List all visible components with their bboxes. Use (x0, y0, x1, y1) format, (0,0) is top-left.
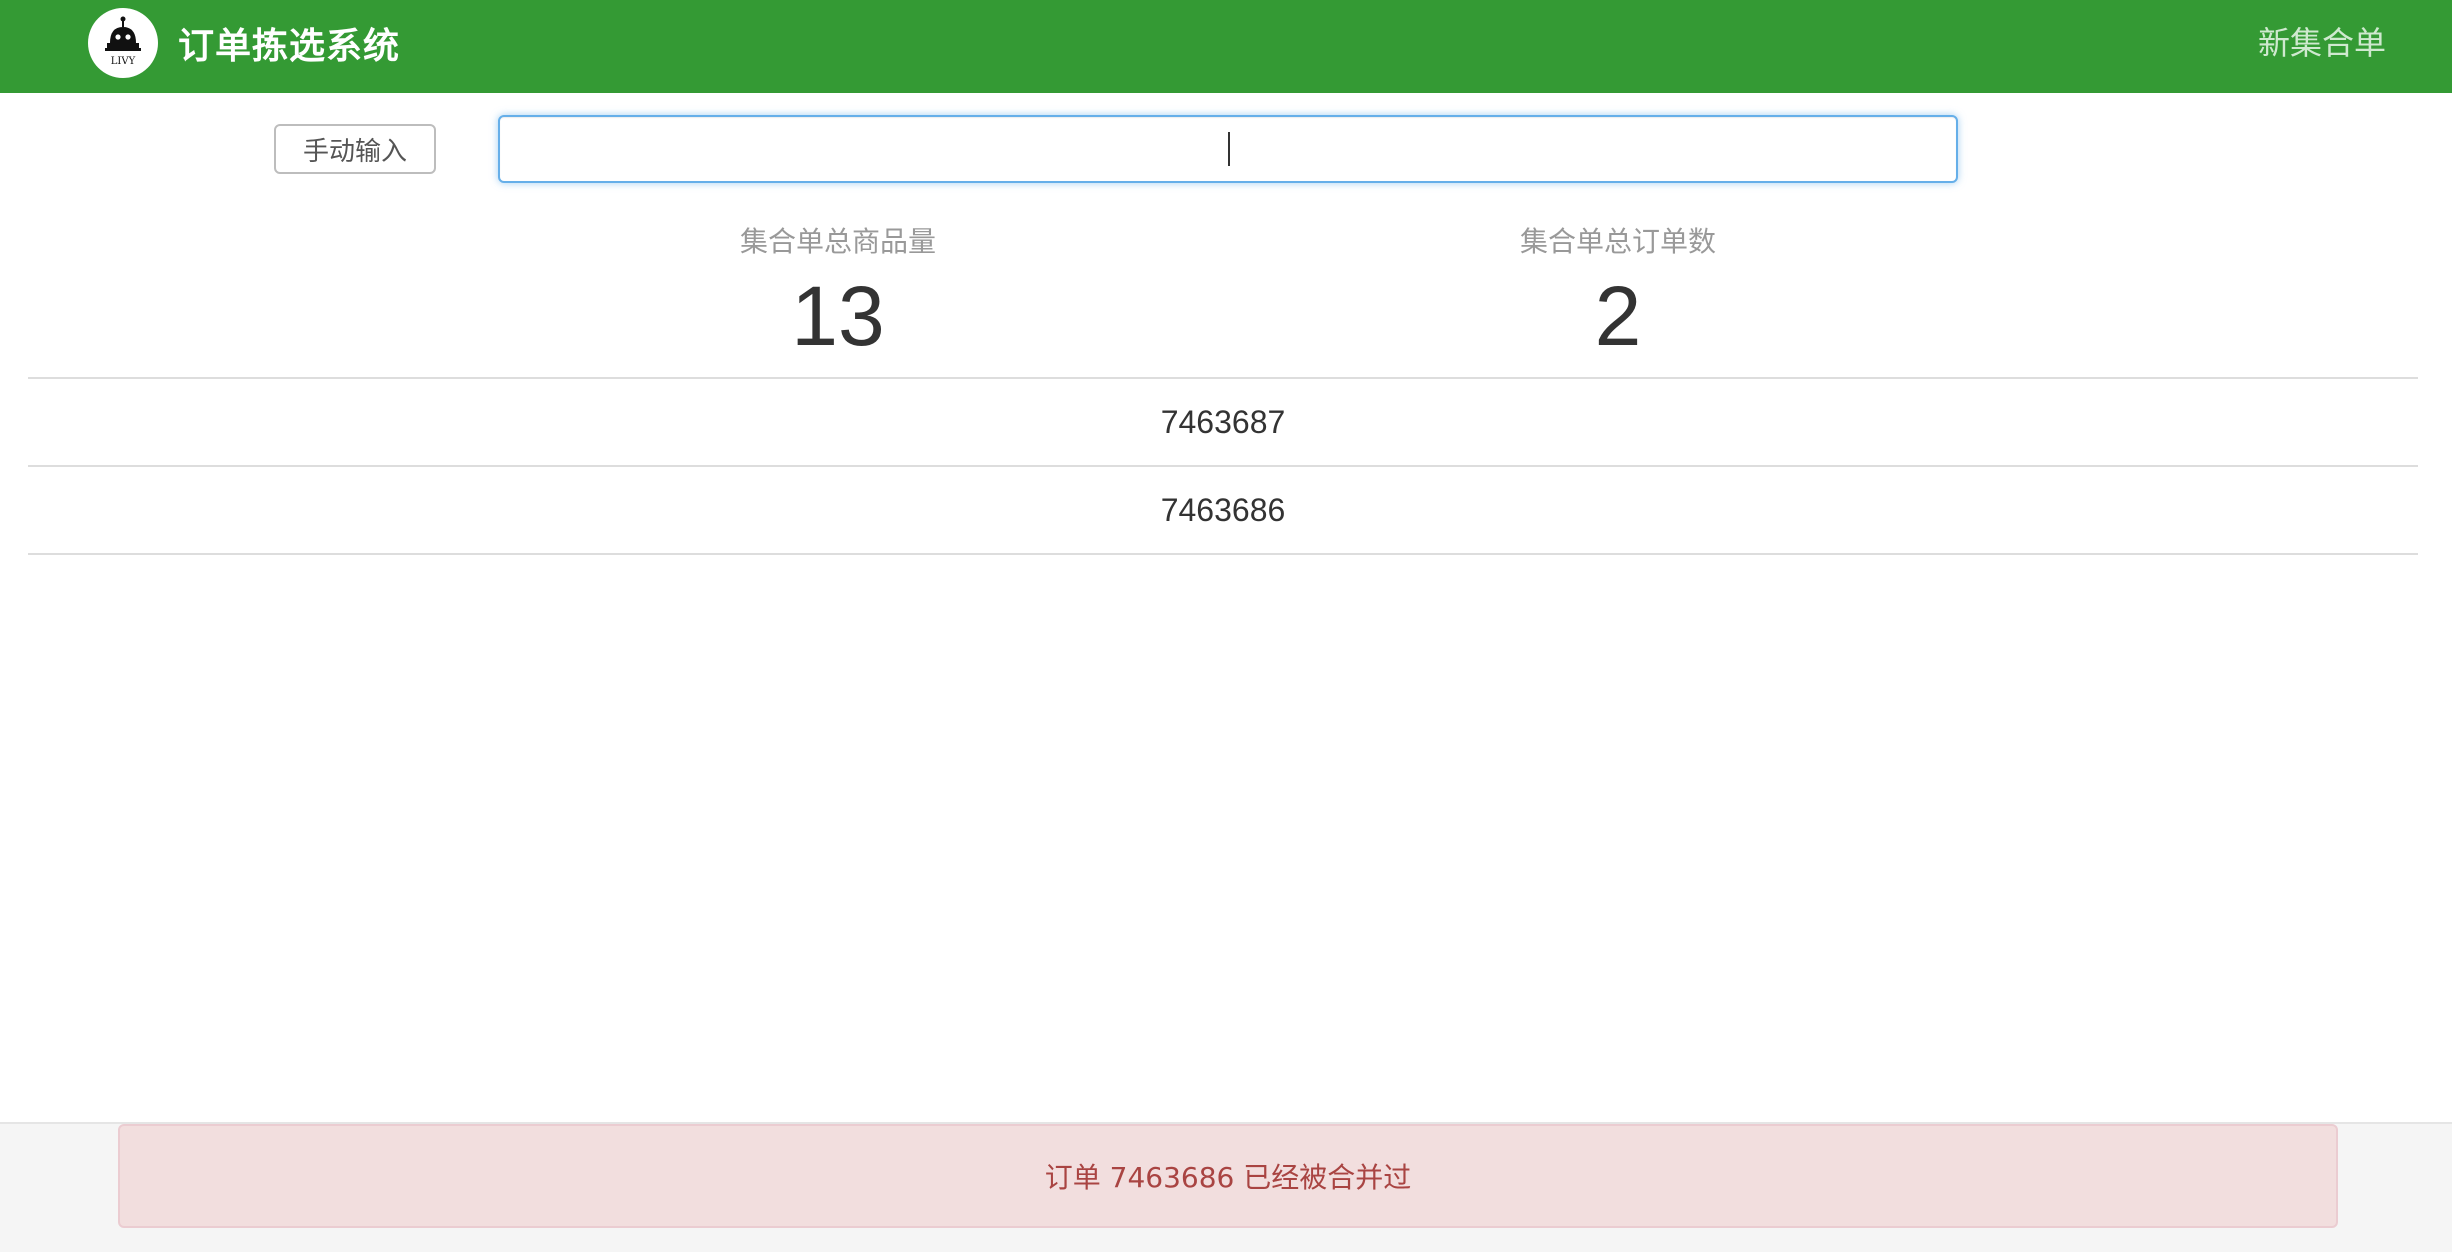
total-items-label: 集合单总商品量 (739, 225, 936, 258)
new-batch-link[interactable]: 新集合单 (2258, 18, 2386, 64)
manual-input-button[interactable]: 手动输入 (274, 124, 436, 174)
app-title: 订单拣选系统 (178, 26, 401, 67)
alert-message: 订单 7463686 已经被合并过 (1044, 1161, 1412, 1194)
total-orders-value: 2 (1594, 269, 1642, 363)
text-cursor (1228, 132, 1230, 166)
logo-text: LIVY (111, 56, 136, 67)
total-items-stat: 集合单总商品量 13 (638, 224, 1038, 364)
total-orders-label: 集合单总订单数 (1519, 225, 1716, 258)
order-row[interactable]: 7463687 (28, 377, 2418, 465)
navbar: LIVY 订单拣选系统 新集合单 (0, 0, 2452, 93)
brand-link[interactable]: LIVY 订单拣选系统 (88, 8, 400, 78)
error-alert: 订单 7463686 已经被合并过 (118, 1124, 2338, 1228)
page: LIVY 订单拣选系统 新集合单 手动输入 集合单总商品量 13 集合单总订单数… (0, 0, 2452, 1252)
total-items-value: 13 (791, 269, 885, 363)
order-list: 7463687 7463686 (28, 377, 2418, 555)
total-orders-stat: 集合单总订单数 2 (1418, 224, 1818, 364)
robot-logo-icon: LIVY (88, 8, 158, 78)
order-row[interactable]: 7463686 (28, 465, 2418, 555)
